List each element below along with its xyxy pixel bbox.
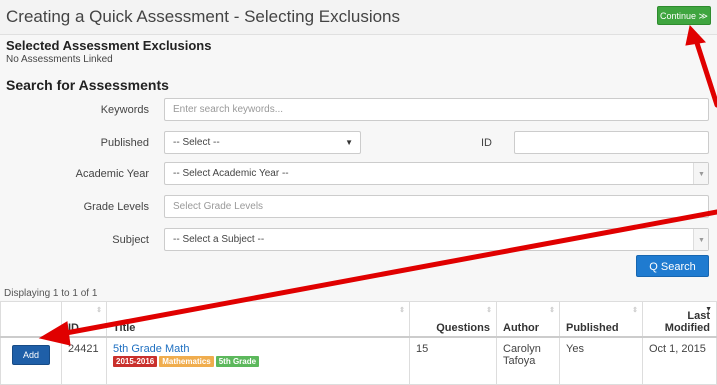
search-heading: Search for Assessments: [6, 77, 169, 93]
sort-icon: ⇕: [549, 307, 555, 314]
sort-icon: ⇕: [399, 307, 405, 314]
published-label: Published: [100, 137, 149, 149]
keywords-input[interactable]: Enter search keywords...: [164, 98, 709, 121]
add-button[interactable]: Add: [12, 345, 50, 365]
search-button[interactable]: Q Search: [636, 255, 709, 277]
keywords-placeholder: Enter search keywords...: [173, 104, 284, 115]
grade-badge: 5th Grade: [215, 356, 260, 367]
action-cell: Add: [0, 336, 62, 385]
keywords-label: Keywords: [100, 104, 149, 116]
table-header-row: ⇕ ID ⇕ Title ⇕ Questions ⇕ Author ⇕ Published…: [0, 301, 717, 338]
page-title: Creating a Quick Assessment - Selecting …: [6, 7, 401, 26]
published-value: -- Select --: [173, 137, 220, 148]
column-header-action: [0, 301, 62, 338]
last-modified-cell: Oct 1, 2015: [642, 336, 717, 385]
chevron-down-icon: ▼: [698, 171, 705, 178]
table-row: Add 24421 5th Grade Math 2015-2016 Mathem…: [0, 336, 717, 385]
academic-year-value: -- Select Academic Year --: [173, 168, 289, 179]
sort-icon: ⇕: [96, 307, 102, 314]
subject-label: Subject: [112, 234, 149, 246]
sort-icon: ⇕: [486, 307, 492, 314]
sort-down-icon: ▼: [705, 306, 712, 313]
subject-badge: Mathematics: [159, 356, 214, 367]
published-select[interactable]: -- Select -- ▼: [164, 131, 361, 154]
academic-year-select[interactable]: -- Select Academic Year -- ▼: [164, 162, 709, 185]
column-header-title[interactable]: ⇕ Title: [106, 301, 410, 338]
continue-button[interactable]: Continue ≫: [657, 6, 711, 25]
author-cell: Carolyn Tafoya: [496, 336, 560, 385]
year-badge: 2015-2016: [113, 356, 158, 367]
chevron-down-icon: ▼: [698, 237, 705, 244]
column-header-last-modified[interactable]: ▼ Last Modified: [642, 301, 717, 338]
id-label: ID: [481, 137, 492, 149]
questions-cell: 15: [409, 336, 497, 385]
selected-exclusions-status: No Assessments Linked: [6, 54, 113, 65]
column-header-questions[interactable]: ⇕ Questions: [409, 301, 497, 338]
sort-icon: ⇕: [632, 307, 638, 314]
dropdown-arrow: ▼: [693, 163, 708, 184]
column-header-author[interactable]: ⇕ Author: [496, 301, 560, 338]
id-input[interactable]: [514, 131, 709, 154]
grade-levels-label: Grade Levels: [83, 201, 149, 213]
dropdown-arrow: ▼: [693, 229, 708, 250]
academic-year-label: Academic Year: [75, 168, 149, 180]
selected-exclusions-heading: Selected Assessment Exclusions: [6, 38, 212, 53]
subject-select[interactable]: -- Select a Subject -- ▼: [164, 228, 709, 251]
assessment-title-link[interactable]: 5th Grade Math: [113, 343, 403, 355]
column-header-id[interactable]: ⇕ ID: [61, 301, 107, 338]
grade-levels-input[interactable]: Select Grade Levels: [164, 195, 709, 218]
column-header-published[interactable]: ⇕ Published: [559, 301, 643, 338]
results-table: ⇕ ID ⇕ Title ⇕ Questions ⇕ Author ⇕ Published…: [0, 301, 717, 385]
title-cell: 5th Grade Math 2015-2016 Mathematics 5th G…: [106, 336, 410, 385]
grade-levels-placeholder: Select Grade Levels: [173, 201, 264, 212]
published-cell: Yes: [559, 336, 643, 385]
caret-down-icon: ▼: [345, 138, 353, 147]
subject-value: -- Select a Subject --: [173, 234, 265, 245]
title-bar: Creating a Quick Assessment - Selecting …: [0, 0, 717, 35]
results-count: Displaying 1 to 1 of 1: [4, 288, 98, 299]
id-cell: 24421: [61, 336, 107, 385]
